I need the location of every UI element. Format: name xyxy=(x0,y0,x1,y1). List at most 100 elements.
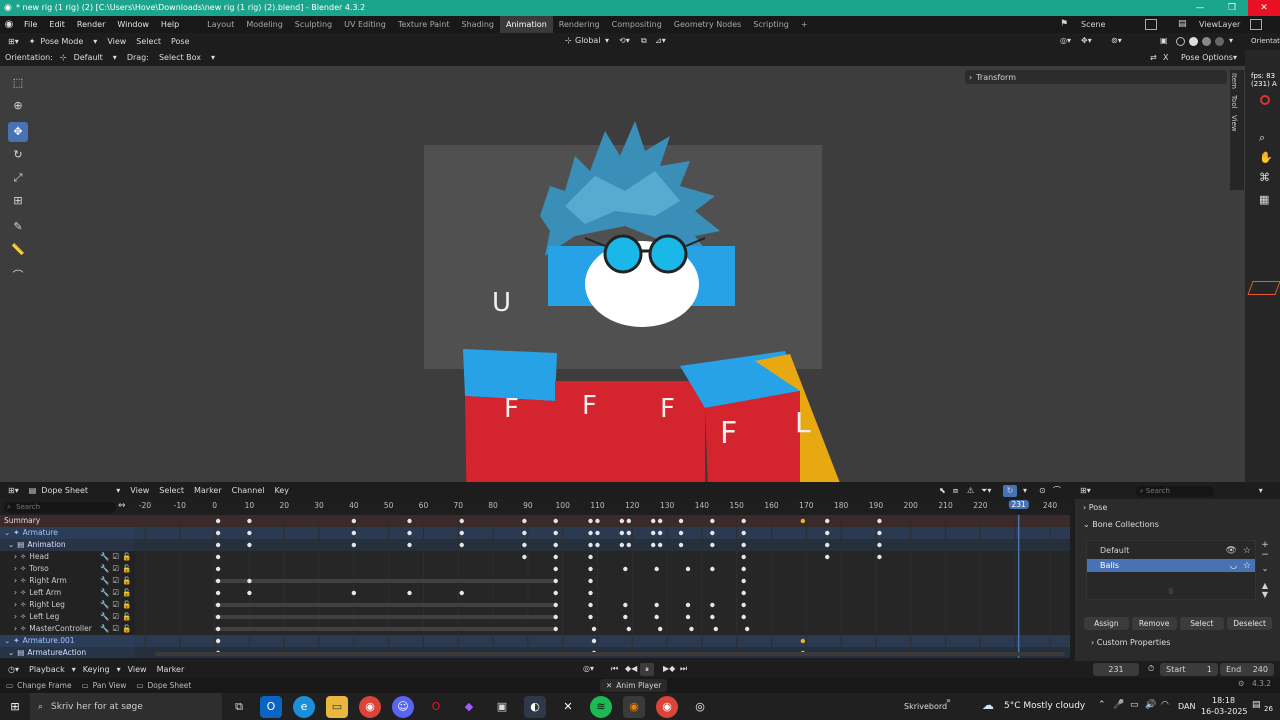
clock-time[interactable]: 18:18 xyxy=(1212,696,1235,705)
chrome-2-icon[interactable]: ◉ xyxy=(656,695,678,718)
tab-sculpting[interactable]: Sculpting xyxy=(289,16,338,33)
tab-compositing[interactable]: Compositing xyxy=(606,16,668,33)
measure-icon[interactable]: 📏 xyxy=(8,240,28,260)
minimize-button[interactable]: — xyxy=(1184,0,1216,16)
windows-start-icon[interactable]: ⊞ xyxy=(4,696,26,718)
checkbox-icon[interactable]: ☑ xyxy=(112,624,119,633)
expand-chevron-icon[interactable]: › xyxy=(14,600,17,609)
tab-texture-paint[interactable]: Texture Paint xyxy=(392,16,456,33)
tab-modeling[interactable]: Modeling xyxy=(240,16,288,33)
properties-editor-icon[interactable]: ⊞▾ xyxy=(1075,483,1096,499)
preview-range-icon[interactable]: ⏱ xyxy=(1143,661,1159,677)
expand-chevron-icon[interactable]: ⌄ xyxy=(8,540,14,549)
drag-dropdown-icon[interactable]: ▾ xyxy=(206,50,220,66)
expand-chevron-icon[interactable]: ⌄ xyxy=(4,528,10,537)
channel-armature-001[interactable]: ⌄ ✦ Armature.001 xyxy=(0,635,135,647)
assign-button[interactable]: Assign xyxy=(1084,617,1129,630)
store-icon[interactable]: ▣ xyxy=(491,696,513,718)
pose-options-dropdown-icon[interactable]: ▾ xyxy=(1228,50,1242,66)
menu-window[interactable]: Window xyxy=(111,16,155,33)
timeline-menu-dropdown-icon[interactable]: ▾ xyxy=(115,662,123,678)
collection-balls[interactable]: Balls ◡ ☆ xyxy=(1087,559,1255,572)
checkbox-icon[interactable]: ☑ xyxy=(112,588,119,597)
collapse-channels-icon[interactable]: ⇔ xyxy=(118,501,126,511)
tab-layout[interactable]: Layout xyxy=(201,16,240,33)
select-box-icon[interactable]: ⬚ xyxy=(8,73,28,93)
tray-chevron-icon[interactable]: ⌃ xyxy=(1098,700,1106,710)
checkbox-icon[interactable]: ☑ xyxy=(112,600,119,609)
current-frame-indicator[interactable]: 231 xyxy=(1008,500,1029,509)
proportional-icon[interactable]: ⊿▾ xyxy=(650,33,671,49)
expand-chevron-icon[interactable]: › xyxy=(14,612,17,621)
snap-dropdown-icon[interactable]: ▾ xyxy=(1018,483,1032,499)
scene-selector[interactable]: Scene xyxy=(1081,16,1105,33)
gizmo-icon[interactable]: ✥▾ xyxy=(1076,33,1097,49)
interpolation-icon[interactable]: ⌒ xyxy=(1048,483,1066,499)
star-icon[interactable]: ☆ xyxy=(1243,546,1251,556)
notification-icon[interactable]: ▤ xyxy=(1252,700,1261,710)
record-icon[interactable] xyxy=(1260,95,1270,105)
taskbar-search[interactable]: ⌕ Skriv her for at søge xyxy=(30,693,222,720)
overlay-icon[interactable]: ⊚▾ xyxy=(1106,33,1127,49)
cancel-icon[interactable]: ✕ xyxy=(606,681,612,690)
zoom-icon[interactable]: ⌕ xyxy=(1259,131,1265,145)
bone-collections-section[interactable]: ⌄ Bone Collections xyxy=(1075,516,1280,533)
collection-menu-icon[interactable]: ⌄ xyxy=(1258,564,1272,573)
show-hidden-icon[interactable]: ⧈ xyxy=(948,483,963,499)
dopesheet-menu-marker[interactable]: Marker xyxy=(189,483,227,499)
timeline-editor-icon[interactable]: ◷▾ xyxy=(0,662,24,678)
timeline-menu-marker[interactable]: Marker xyxy=(152,662,190,678)
visibility-icon[interactable]: ◎▾ xyxy=(1055,33,1076,49)
channel-torso[interactable]: › ✧ Torso 🔧 ☑ 🔓 xyxy=(0,563,135,575)
rendered-shading-icon[interactable] xyxy=(1215,37,1224,46)
wrench-icon[interactable]: 🔧 xyxy=(100,624,109,633)
language-indicator[interactable]: DAN xyxy=(1178,702,1195,711)
deselect-button[interactable]: Deselect xyxy=(1227,617,1272,630)
opera-icon[interactable]: O xyxy=(425,696,447,718)
channel-left-leg[interactable]: › ✧ Left Leg 🔧 ☑ 🔓 xyxy=(0,611,135,623)
lock-icon[interactable]: 🔓 xyxy=(122,552,131,561)
select-button[interactable]: Select xyxy=(1179,617,1225,630)
wrench-icon[interactable]: 🔧 xyxy=(100,600,109,609)
orientation-dropdown-icon[interactable]: ▾ xyxy=(600,33,614,49)
shading-dropdown-icon[interactable]: ▾ xyxy=(1224,33,1238,49)
add-collection-icon[interactable]: + xyxy=(1258,540,1272,550)
remove-button[interactable]: Remove xyxy=(1131,617,1177,630)
menu-render[interactable]: Render xyxy=(71,16,111,33)
expand-chevron-icon[interactable]: › xyxy=(14,588,17,597)
anim-player-progress[interactable]: ✕ Anim Player xyxy=(600,679,668,692)
outlook-icon[interactable]: O xyxy=(260,695,282,718)
lock-icon[interactable]: 🔓 xyxy=(122,588,131,597)
dopesheet-menu-select[interactable]: Select xyxy=(154,483,189,499)
hidden-eye-icon[interactable]: ◡ xyxy=(1230,561,1237,570)
new-view-layer-icon[interactable] xyxy=(1250,19,1262,30)
wrench-icon[interactable]: 🔧 xyxy=(100,588,109,597)
dopesheet-menu-channel[interactable]: Channel xyxy=(227,483,270,499)
pause-icon[interactable]: ⏸ xyxy=(640,663,654,676)
maximize-button[interactable]: ❐ xyxy=(1216,0,1248,16)
move-down-icon[interactable]: ▼ xyxy=(1258,590,1272,599)
3d-viewport[interactable]: ⬚ ⊕ ✥ ↻ ⤢ ⊞ ✎ 📏 ⌒ › Transform U F F F F … xyxy=(0,66,1245,482)
tab-shading[interactable]: Shading xyxy=(455,16,500,33)
clock-date[interactable]: 16-03-2025 xyxy=(1201,707,1248,716)
view-layer-selector[interactable]: ViewLayer xyxy=(1199,16,1240,33)
tab-item[interactable]: Item xyxy=(1230,70,1238,92)
dopesheet-menu-key[interactable]: Key xyxy=(269,483,294,499)
lock-icon[interactable]: 🔓 xyxy=(122,624,131,633)
solid-shading-icon[interactable] xyxy=(1189,37,1198,46)
collection-default[interactable]: Default 👁 ☆ xyxy=(1087,544,1255,557)
toolbar-expand-icon[interactable]: » xyxy=(946,696,951,705)
channel-search-input[interactable]: ⌕ Search xyxy=(4,502,116,513)
channel-right-arm[interactable]: › ✧ Right Arm 🔧 ☑ 🔓 xyxy=(0,575,135,587)
bone-roll-icon[interactable]: ⌒ xyxy=(8,266,28,286)
current-frame-field[interactable]: 231 xyxy=(1093,663,1139,676)
task-view-icon[interactable]: ⧉ xyxy=(228,696,250,718)
material-shading-icon[interactable] xyxy=(1202,37,1211,46)
transform-icon[interactable]: ⊞ xyxy=(8,191,28,211)
timeline-menu-dropdown-icon[interactable]: ▾ xyxy=(70,662,78,678)
wrench-icon[interactable]: 🔧 xyxy=(100,576,109,585)
menu-file[interactable]: File xyxy=(18,16,43,33)
viewport-menu-pose[interactable]: Pose xyxy=(166,34,195,50)
lock-icon[interactable]: 🔓 xyxy=(122,564,131,573)
edge-icon[interactable]: e xyxy=(293,695,315,718)
